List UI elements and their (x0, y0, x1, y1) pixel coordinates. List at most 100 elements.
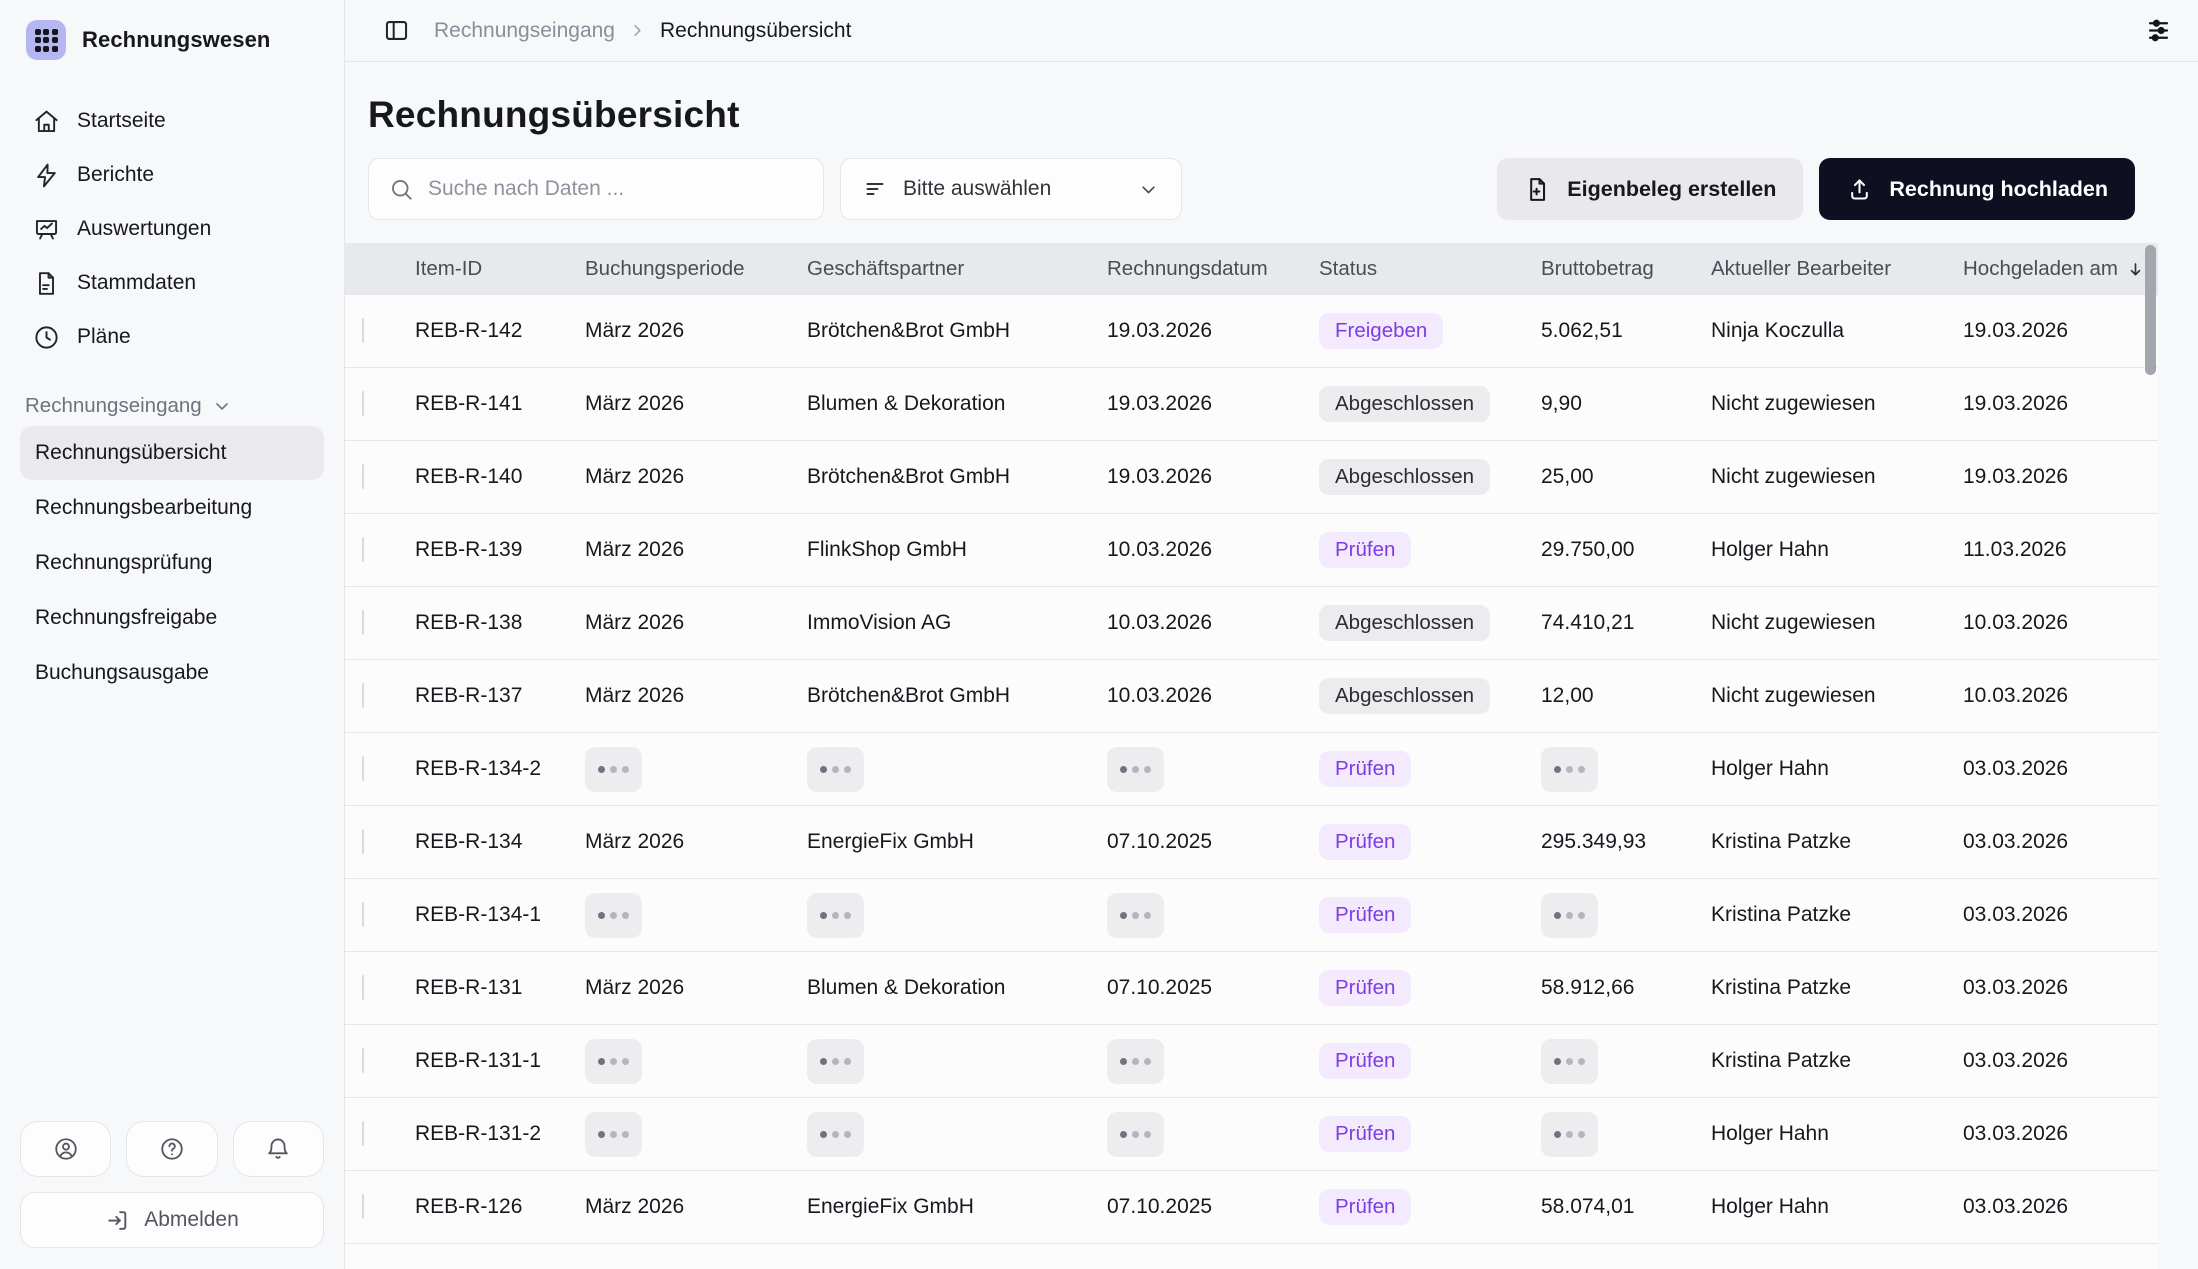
sidebar-item-buchungsausgabe[interactable]: Buchungsausgabe (20, 646, 324, 700)
cell-hochgeladen-am: 03.03.2026 (1955, 757, 2158, 781)
cell-item-id: REB-R-131-2 (407, 1122, 577, 1146)
table-row[interactable]: REB-R-134-1PrüfenKristina Patzke03.03.20… (345, 879, 2158, 952)
cell-aktueller-bearbeiter: Nicht zugewiesen (1703, 684, 1955, 708)
table-scrollbar-thumb[interactable] (2145, 245, 2156, 375)
row-checkbox-cell (345, 976, 407, 1000)
row-checkbox[interactable] (362, 683, 364, 708)
help-button[interactable] (126, 1121, 217, 1177)
row-checkbox[interactable] (362, 975, 364, 1000)
row-checkbox[interactable] (362, 1121, 364, 1146)
sidebar-section-rechnungseingang[interactable]: Rechnungseingang (25, 394, 324, 418)
profile-button[interactable] (20, 1121, 111, 1177)
sidebar-item-berichte[interactable]: Berichte (20, 148, 324, 202)
row-checkbox[interactable] (362, 464, 364, 489)
row-checkbox[interactable] (362, 391, 364, 416)
cell-aktueller-bearbeiter: Holger Hahn (1703, 538, 1955, 562)
sidebar-item-rechnungspruefung[interactable]: Rechnungsprüfung (20, 536, 324, 590)
row-checkbox-cell (345, 1195, 407, 1219)
settings-sliders-icon[interactable] (2144, 16, 2173, 45)
chevron-right-icon (628, 21, 647, 40)
column-header-geschäftspartner[interactable]: Geschäftspartner (799, 257, 1099, 281)
breadcrumb-parent[interactable]: Rechnungseingang (434, 19, 615, 43)
cell-status: Abgeschlossen (1311, 386, 1533, 423)
sidebar-item-label: Pläne (77, 325, 131, 349)
cell-buchungsperiode: März 2026 (577, 611, 799, 635)
column-header-bruttobetrag[interactable]: Bruttobetrag (1533, 257, 1703, 281)
search-input[interactable] (428, 177, 803, 201)
cell-rechnungsdatum (1099, 747, 1311, 792)
row-checkbox[interactable] (362, 1194, 364, 1219)
table-row[interactable]: REB-R-137März 2026Brötchen&Brot GmbH10.0… (345, 660, 2158, 733)
sidebar-item-plaene[interactable]: Pläne (20, 310, 324, 364)
table-row[interactable]: REB-R-138März 2026ImmoVision AG10.03.202… (345, 587, 2158, 660)
column-header-label: Hochgeladen am (1963, 257, 2118, 281)
cell-status: Abgeschlossen (1311, 605, 1533, 642)
column-header-item-id[interactable]: Item-ID (407, 257, 577, 281)
row-checkbox[interactable] (362, 318, 364, 343)
status-badge: Prüfen (1319, 751, 1411, 788)
table-row[interactable]: REB-R-134März 2026EnergieFix GmbH07.10.2… (345, 806, 2158, 879)
chevron-down-icon (1138, 179, 1159, 200)
sidebar-item-stammdaten[interactable]: Stammdaten (20, 256, 324, 310)
upload-invoice-button[interactable]: Rechnung hochladen (1819, 158, 2135, 220)
filter-select[interactable]: Bitte auswählen (840, 158, 1182, 220)
table-row[interactable]: REB-R-131März 2026Blumen & Dekoration07.… (345, 952, 2158, 1025)
sidebar-toggle-icon[interactable] (383, 17, 410, 44)
row-checkbox[interactable] (362, 537, 364, 562)
cell-aktueller-bearbeiter: Holger Hahn (1703, 1122, 1955, 1146)
table-row[interactable]: REB-R-131-2PrüfenHolger Hahn03.03.2026 (345, 1098, 2158, 1171)
row-checkbox[interactable] (362, 902, 364, 927)
cell-geschaeftspartner: Brötchen&Brot GmbH (799, 684, 1099, 708)
row-checkbox[interactable] (362, 756, 364, 781)
column-header-status[interactable]: Status (1311, 257, 1533, 281)
cell-item-id: REB-R-134-1 (407, 903, 577, 927)
cell-geschaeftspartner: Brötchen&Brot GmbH (799, 465, 1099, 489)
placeholder-dots-pill (807, 893, 864, 938)
row-checkbox[interactable] (362, 829, 364, 854)
cell-hochgeladen-am: 03.03.2026 (1955, 830, 2158, 854)
notifications-button[interactable] (233, 1121, 324, 1177)
row-checkbox-cell (345, 1122, 407, 1146)
upload-invoice-label: Rechnung hochladen (1889, 177, 2108, 202)
sidebar-item-label: Startseite (77, 109, 166, 133)
column-header-hochgeladen-am[interactable]: Hochgeladen am (1955, 257, 2158, 281)
cell-geschaeftspartner (799, 1112, 1099, 1157)
row-checkbox-cell (345, 903, 407, 927)
sidebar-item-rechnungsfreigabe[interactable]: Rechnungsfreigabe (20, 591, 324, 645)
column-header-rechnungsdatum[interactable]: Rechnungsdatum (1099, 257, 1311, 281)
placeholder-dots-pill (585, 1039, 642, 1084)
row-checkbox[interactable] (362, 610, 364, 635)
sidebar-item-rechnungsuebersicht[interactable]: Rechnungsübersicht (20, 426, 324, 480)
table-row[interactable]: REB-R-139März 2026FlinkShop GmbH10.03.20… (345, 514, 2158, 587)
logout-button[interactable]: Abmelden (20, 1192, 324, 1248)
row-checkbox-cell (345, 757, 407, 781)
upload-icon (1846, 176, 1873, 203)
cell-hochgeladen-am: 10.03.2026 (1955, 684, 2158, 708)
cell-bruttobetrag: 74.410,21 (1533, 611, 1703, 635)
column-header-label: Buchungsperiode (585, 257, 745, 281)
cell-aktueller-bearbeiter: Kristina Patzke (1703, 1049, 1955, 1073)
column-header-aktueller-bearbeiter[interactable]: Aktueller Bearbeiter (1703, 257, 1955, 281)
cell-item-id: REB-R-139 (407, 538, 577, 562)
create-receipt-button[interactable]: Eigenbeleg erstellen (1497, 158, 1803, 220)
sub-item-label: Rechnungsbearbeitung (35, 496, 252, 520)
cell-item-id: REB-R-137 (407, 684, 577, 708)
column-header-buchungsperiode[interactable]: Buchungsperiode (577, 257, 799, 281)
table-row[interactable]: REB-R-141März 2026Blumen & Dekoration19.… (345, 368, 2158, 441)
row-checkbox-cell (345, 319, 407, 343)
sidebar-item-auswertungen[interactable]: Auswertungen (20, 202, 324, 256)
sidebar-item-startseite[interactable]: Startseite (20, 94, 324, 148)
sidebar-item-rechnungsbearbeitung[interactable]: Rechnungsbearbeitung (20, 481, 324, 535)
table-row[interactable]: REB-R-131-1PrüfenKristina Patzke03.03.20… (345, 1025, 2158, 1098)
table-row[interactable]: REB-R-134-2PrüfenHolger Hahn03.03.2026 (345, 733, 2158, 806)
filter-lines-icon (863, 177, 887, 201)
cell-bruttobetrag: 29.750,00 (1533, 538, 1703, 562)
cell-buchungsperiode: März 2026 (577, 976, 799, 1000)
cell-geschaeftspartner: EnergieFix GmbH (799, 1195, 1099, 1219)
row-checkbox[interactable] (362, 1048, 364, 1073)
cell-item-id: REB-R-142 (407, 319, 577, 343)
table-row[interactable]: REB-R-126März 2026EnergieFix GmbH07.10.2… (345, 1171, 2158, 1244)
table-row[interactable]: REB-R-142März 2026Brötchen&Brot GmbH19.0… (345, 295, 2158, 368)
table-row[interactable]: REB-R-140März 2026Brötchen&Brot GmbH19.0… (345, 441, 2158, 514)
cell-bruttobetrag: 58.074,01 (1533, 1195, 1703, 1219)
